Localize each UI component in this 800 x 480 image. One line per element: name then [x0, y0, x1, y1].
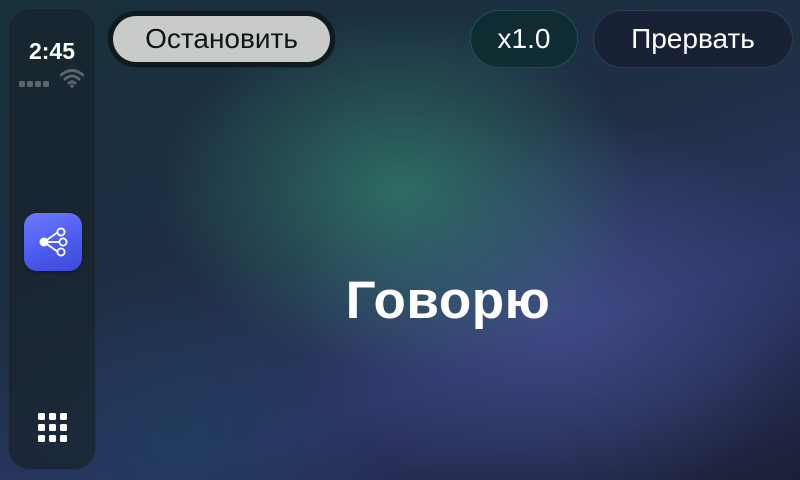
app-grid-icon[interactable]: [38, 413, 67, 442]
share-nodes-icon: [39, 227, 68, 257]
clock: 2:45: [28, 38, 76, 64]
active-app-button[interactable]: [24, 213, 82, 271]
cellular-signal-icon: [19, 81, 49, 87]
speaking-status: Говорю: [345, 271, 551, 330]
abort-button[interactable]: Прервать: [593, 10, 793, 68]
wifi-icon: [60, 69, 84, 88]
sidebar-dock: 2:45: [8, 8, 96, 470]
speed-button[interactable]: x1.0: [470, 10, 578, 68]
carplay-screen: 2:45 Остановить x1.0 Прервать Говорю: [0, 0, 800, 480]
stop-button[interactable]: Остановить: [113, 16, 330, 62]
stop-button-container: Остановить: [107, 10, 336, 68]
